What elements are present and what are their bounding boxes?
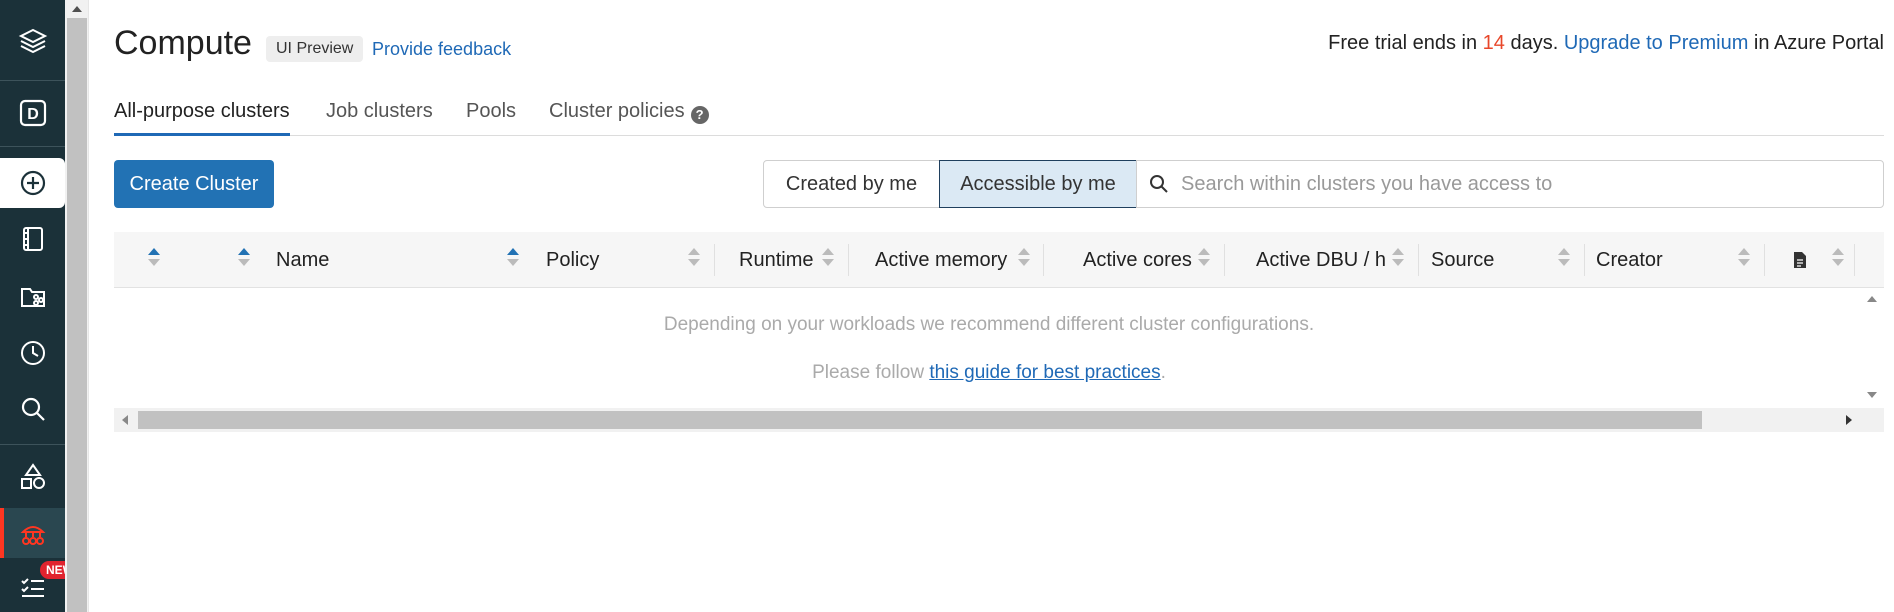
guide-prefix: Please follow	[812, 362, 930, 383]
scroll-right-arrow-icon[interactable]	[1846, 415, 1852, 425]
compute-tabs: All-purpose clusters Job clusters Pools …	[114, 100, 1884, 136]
tab-pools[interactable]: Pools	[466, 100, 516, 136]
column-separator	[1043, 244, 1044, 276]
scroll-left-arrow-icon[interactable]	[122, 415, 128, 425]
empty-state-message: Depending on your workloads we recommend…	[663, 314, 1315, 335]
trial-notice: Free trial ends in 14 days. Upgrade to P…	[1328, 32, 1884, 55]
table-header: Name Policy Runtime Active memory Active…	[114, 232, 1884, 288]
repos-folder-icon[interactable]	[0, 272, 65, 322]
page-title: Compute	[114, 24, 252, 62]
sort-source-icon[interactable]	[1558, 248, 1570, 272]
document-icon	[1794, 252, 1806, 268]
filter-accessible-by-me[interactable]: Accessible by me	[939, 160, 1137, 208]
sort-active-cores-icon[interactable]	[1198, 248, 1210, 272]
data-shapes-icon[interactable]	[0, 452, 65, 502]
trial-mid: days.	[1504, 32, 1564, 54]
column-separator	[1584, 244, 1585, 276]
page-vertical-scrollbar[interactable]	[65, 0, 89, 612]
sort-active-dbu-icon[interactable]	[1392, 248, 1404, 272]
main-content: Compute UI Preview Provide feedback Free…	[114, 0, 1884, 612]
sort-name-icon[interactable]	[507, 248, 519, 272]
cluster-search	[1136, 160, 1884, 208]
sort-state-icon[interactable]	[148, 248, 160, 272]
nav-divider	[0, 444, 65, 445]
provide-feedback-link[interactable]: Provide feedback	[372, 39, 511, 60]
nav-divider	[0, 80, 65, 81]
table-horizontal-scrollbar[interactable]	[114, 408, 1884, 432]
column-policy[interactable]: Policy	[546, 232, 599, 288]
ui-preview-badge: UI Preview	[266, 36, 364, 62]
column-active-memory[interactable]: Active memory	[875, 232, 1007, 288]
guide-suffix: .	[1160, 362, 1166, 383]
trial-days: 14	[1482, 32, 1505, 54]
clusters-table: Name Policy Runtime Active memory Active…	[114, 232, 1884, 432]
tab-all-purpose-clusters[interactable]: All-purpose clusters	[114, 100, 290, 136]
layers-logo-icon[interactable]	[0, 16, 65, 66]
column-separator	[714, 244, 715, 276]
workspace-d-icon[interactable]: D	[0, 88, 65, 138]
column-separator	[1418, 244, 1419, 276]
search-icon[interactable]	[0, 384, 65, 434]
tab-cluster-policies-label: Cluster policies	[549, 100, 685, 122]
trial-suffix: in Azure Portal	[1748, 32, 1884, 54]
column-creator[interactable]: Creator	[1596, 232, 1663, 288]
scroll-down-arrow-icon[interactable]	[1867, 392, 1877, 398]
column-source[interactable]: Source	[1431, 232, 1494, 288]
column-separator	[1854, 244, 1855, 276]
sort-creator-icon[interactable]	[1738, 248, 1750, 272]
column-separator	[1224, 244, 1225, 276]
nav-divider	[0, 146, 65, 147]
scrollbar-thumb[interactable]	[67, 18, 87, 612]
table-vertical-scrollbar[interactable]	[1860, 288, 1884, 408]
table-body-empty-state: Depending on your workloads we recommend…	[114, 288, 1884, 408]
search-icon	[1150, 175, 1168, 193]
cluster-search-input[interactable]	[1179, 171, 1883, 197]
notebook-icon[interactable]	[0, 214, 65, 264]
recents-clock-icon[interactable]	[0, 328, 65, 378]
compute-cluster-icon[interactable]	[0, 508, 65, 558]
help-question-icon[interactable]: ?	[690, 106, 709, 124]
trial-prefix: Free trial ends in	[1328, 32, 1483, 54]
column-separator	[1764, 244, 1765, 276]
column-active-cores[interactable]: Active cores	[1083, 232, 1192, 288]
sort-notebooks-icon[interactable]	[238, 248, 250, 272]
left-nav: D NEW	[0, 0, 82, 612]
column-name[interactable]: Name	[276, 232, 329, 288]
sort-runtime-icon[interactable]	[822, 248, 834, 272]
filter-created-by-me[interactable]: Created by me	[763, 160, 940, 208]
workspace-letter: D	[27, 106, 39, 123]
column-active-dbu[interactable]: Active DBU / h	[1256, 232, 1386, 288]
upgrade-premium-link[interactable]: Upgrade to Premium	[1564, 32, 1749, 54]
scroll-up-arrow-icon[interactable]	[1867, 296, 1877, 302]
column-runtime[interactable]: Runtime	[739, 232, 813, 288]
sort-active-memory-icon[interactable]	[1018, 248, 1030, 272]
create-plus-icon[interactable]	[0, 158, 65, 208]
empty-state-guide: Please follow this guide for best practi…	[114, 362, 1864, 384]
horizontal-scrollbar-thumb[interactable]	[138, 411, 1702, 429]
column-logs[interactable]	[1792, 232, 1808, 288]
sort-policy-icon[interactable]	[688, 248, 700, 272]
tab-cluster-policies[interactable]: Cluster policies?	[549, 100, 709, 136]
best-practices-guide-link[interactable]: this guide for best practices	[929, 362, 1160, 383]
create-cluster-button[interactable]: Create Cluster	[114, 160, 274, 208]
scroll-up-arrow-icon[interactable]	[72, 6, 82, 12]
column-separator	[848, 244, 849, 276]
sort-logs-icon[interactable]	[1832, 248, 1844, 272]
tab-job-clusters[interactable]: Job clusters	[326, 100, 433, 136]
